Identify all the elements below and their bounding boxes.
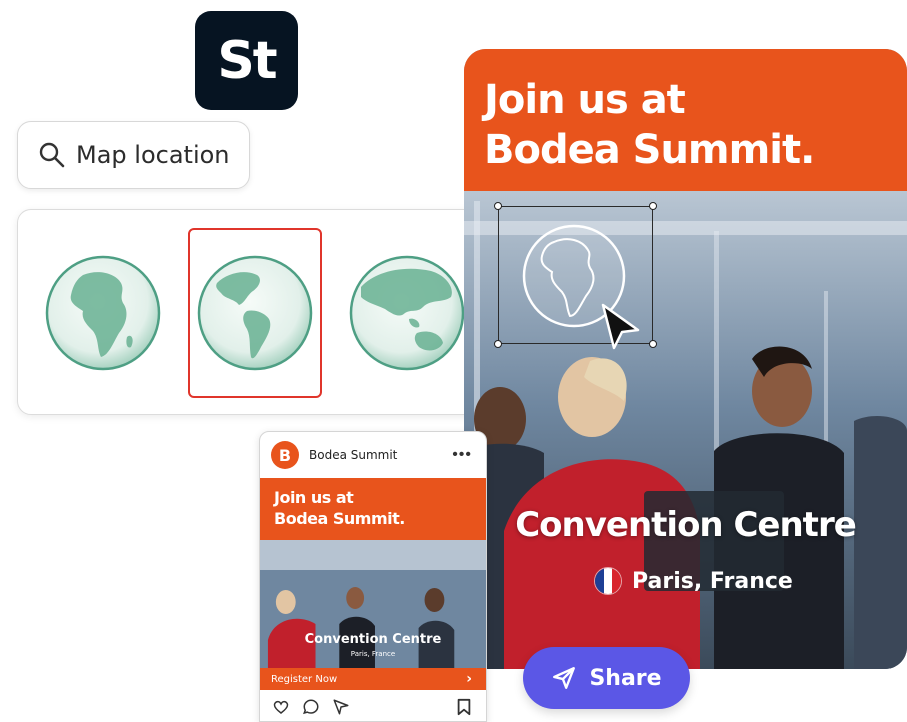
avatar[interactable]: B: [271, 441, 299, 469]
search-query: Map location: [76, 141, 230, 169]
post-photo: [260, 540, 486, 668]
heart-icon[interactable]: [272, 698, 290, 716]
social-post-preview: B Bodea Summit ••• Join us at Bodea Summ…: [259, 431, 487, 722]
post-venue: Convention Centre: [304, 632, 442, 647]
resize-handle-top-left[interactable]: [494, 202, 502, 210]
post-title-line1: Join us at: [274, 488, 354, 507]
globe-africa-europe[interactable]: [36, 228, 170, 398]
resize-handle-top-right[interactable]: [649, 202, 657, 210]
banner-title-line2: Bodea Summit.: [484, 127, 815, 173]
resize-handle-bottom-left[interactable]: [494, 340, 502, 348]
send-icon: [553, 667, 576, 689]
post-title-line2: Bodea Summit.: [274, 509, 405, 528]
search-icon: [39, 142, 65, 168]
share-label: Share: [589, 665, 662, 691]
register-now-button[interactable]: Register Now ›: [260, 668, 486, 690]
globe-asia-australia[interactable]: [340, 228, 474, 398]
adobe-stock-logo: St: [195, 11, 298, 110]
search-field[interactable]: Map location: [17, 121, 250, 189]
bookmark-icon[interactable]: [456, 698, 472, 716]
send-icon[interactable]: [332, 698, 350, 716]
share-button[interactable]: Share: [523, 647, 690, 709]
banner-venue: Convention Centre: [515, 505, 857, 545]
banner-location: Paris, France: [594, 567, 793, 595]
post-actions: [260, 694, 486, 720]
post-account-name[interactable]: Bodea Summit: [309, 448, 397, 462]
resize-handle-bottom-right[interactable]: [649, 340, 657, 348]
chevron-right-icon: ›: [466, 671, 472, 687]
france-flag-icon: [594, 567, 622, 595]
register-now-label: Register Now: [271, 673, 338, 685]
banner-header: Join us at Bodea Summit.: [464, 49, 907, 191]
event-banner: Join us at Bodea Summit. Convention Cent…: [464, 49, 907, 669]
post-location: Paris, France: [350, 650, 396, 658]
comment-icon[interactable]: [302, 698, 320, 716]
post-banner-header: Join us at Bodea Summit.: [260, 478, 486, 540]
banner-location-text: Paris, France: [632, 568, 793, 594]
banner-title-line1: Join us at: [484, 77, 686, 123]
more-icon[interactable]: •••: [452, 446, 472, 464]
cursor-arrow-icon: [601, 303, 640, 350]
globe-americas-selected[interactable]: [188, 228, 322, 398]
globe-results-panel: [17, 209, 493, 415]
